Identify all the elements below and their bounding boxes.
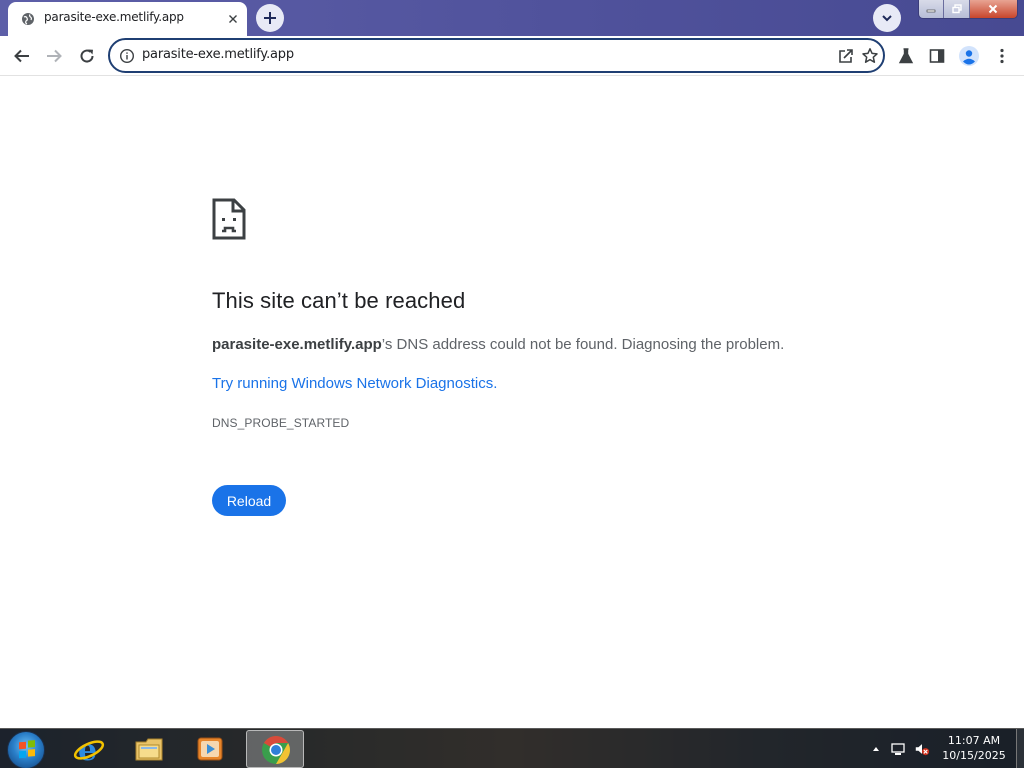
browser-toolbar: parasite-exe.metlify.app bbox=[0, 36, 1024, 76]
network-icon[interactable] bbox=[890, 741, 906, 757]
media-player-icon[interactable] bbox=[193, 732, 227, 766]
clock-time: 11:07 AM bbox=[947, 734, 1001, 747]
profile-avatar-icon[interactable] bbox=[958, 45, 980, 67]
restore-icon bbox=[952, 4, 962, 14]
error-description: parasite-exe.metlify.app’s DNS address c… bbox=[212, 336, 784, 353]
plus-icon bbox=[264, 12, 276, 24]
restore-button[interactable] bbox=[944, 0, 970, 18]
system-clock[interactable]: 11:07 AM 10/15/2025 bbox=[934, 733, 1014, 763]
volume-muted-icon[interactable] bbox=[914, 741, 930, 757]
network-diagnostics-link[interactable]: Try running Windows Network Diagnostics. bbox=[212, 375, 497, 392]
tab-search-button[interactable] bbox=[873, 4, 901, 32]
side-panel-icon[interactable] bbox=[926, 45, 948, 67]
sad-document-icon bbox=[212, 198, 246, 240]
back-arrow-icon[interactable] bbox=[11, 45, 33, 67]
info-icon[interactable] bbox=[119, 48, 135, 64]
show-desktop-button[interactable] bbox=[1016, 729, 1024, 768]
forward-arrow-icon[interactable] bbox=[43, 45, 65, 67]
start-orb-icon[interactable] bbox=[7, 731, 45, 768]
error-description-text: ’s DNS address could not be found. Diagn… bbox=[381, 336, 785, 353]
minimize-icon bbox=[926, 9, 936, 13]
taskbar: e 11:07 AM 10/15/2025 bbox=[0, 728, 1024, 768]
tray-expand-arrow-icon[interactable] bbox=[868, 741, 884, 757]
page-content: This site can’t be reached parasite-exe.… bbox=[0, 77, 1024, 728]
browser-tab[interactable]: parasite-exe.metlify.app bbox=[8, 2, 247, 36]
file-explorer-icon[interactable] bbox=[133, 732, 167, 766]
error-title: This site can’t be reached bbox=[212, 288, 466, 313]
close-tab-icon[interactable] bbox=[226, 11, 240, 25]
tab-title: parasite-exe.metlify.app bbox=[44, 10, 184, 24]
error-host: parasite-exe.metlify.app bbox=[212, 336, 382, 353]
error-code: DNS_PROBE_STARTED bbox=[212, 416, 350, 430]
chrome-taskbar-button[interactable] bbox=[246, 730, 304, 768]
window-controls bbox=[918, 0, 1018, 19]
new-tab-button[interactable] bbox=[256, 4, 284, 32]
close-window-button[interactable] bbox=[969, 0, 1017, 18]
globe-icon bbox=[21, 11, 35, 25]
clock-date: 10/15/2025 bbox=[942, 749, 1006, 762]
chevron-down-icon bbox=[882, 15, 892, 22]
internet-explorer-icon[interactable]: e bbox=[72, 732, 106, 766]
labs-flask-icon[interactable] bbox=[895, 45, 917, 67]
chrome-icon bbox=[262, 736, 290, 764]
minimize-button[interactable] bbox=[919, 0, 945, 18]
reload-icon[interactable] bbox=[76, 45, 98, 67]
bookmark-star-icon[interactable] bbox=[861, 47, 879, 65]
kebab-menu-icon[interactable] bbox=[991, 45, 1013, 67]
reload-button[interactable]: Reload bbox=[212, 485, 286, 516]
browser-titlebar: parasite-exe.metlify.app bbox=[0, 0, 1024, 36]
share-icon[interactable] bbox=[837, 47, 855, 65]
address-bar[interactable]: parasite-exe.metlify.app bbox=[108, 38, 885, 73]
url-text[interactable]: parasite-exe.metlify.app bbox=[142, 47, 294, 62]
close-icon bbox=[989, 4, 998, 14]
